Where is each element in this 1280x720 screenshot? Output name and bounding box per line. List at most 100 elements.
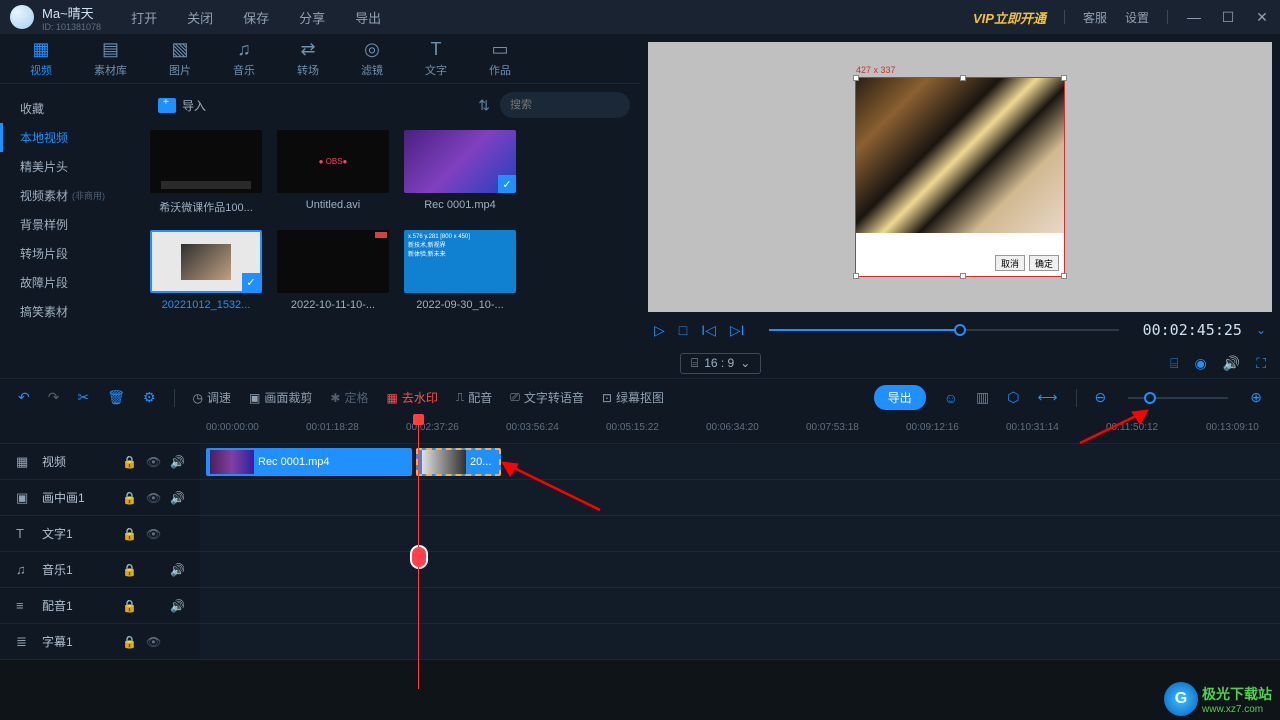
tab-music[interactable]: ♫音乐 (233, 39, 255, 78)
tab-image[interactable]: ▧图片 (169, 39, 191, 78)
resize-handle[interactable] (960, 75, 966, 81)
record-marker[interactable] (410, 545, 428, 569)
smile-icon[interactable]: ☺ (944, 390, 958, 406)
time-dropdown-icon[interactable]: ⌄ (1256, 323, 1266, 337)
lock-icon[interactable]: 🔒 (122, 455, 136, 469)
media-item[interactable]: 2022-10-11-10-... (277, 230, 389, 311)
menu-open[interactable]: 打开 (131, 8, 157, 27)
track-lane[interactable] (200, 516, 1280, 551)
sidebar-item-favorites[interactable]: 收藏 (0, 94, 140, 123)
menu-share[interactable]: 分享 (299, 8, 325, 27)
adjust-icon[interactable]: ⚙ (143, 389, 156, 406)
confirm-button[interactable]: 确定 (1029, 255, 1059, 271)
media-item[interactable]: x.576 y.281 [800 x 450]新技术,新视界新体验,新未来202… (404, 230, 516, 311)
sidebar-item-bg[interactable]: 背景样例 (0, 210, 140, 239)
resize-handle[interactable] (853, 273, 859, 279)
time-ruler[interactable]: 00:00:00:0000:01:18:2800:02:37:2600:03:5… (0, 416, 1280, 444)
panel-icon[interactable]: ▥ (976, 389, 989, 406)
track-lane[interactable] (200, 480, 1280, 515)
transform-frame[interactable]: 427 x 337 取消 确定 (855, 77, 1065, 277)
menu-close[interactable]: 关闭 (187, 8, 213, 27)
sidebar-item-stock[interactable]: 视频素材 (非商用) (0, 181, 140, 210)
support-link[interactable]: 客服 (1083, 9, 1107, 26)
resize-handle[interactable] (853, 75, 859, 81)
sidebar-item-glitch[interactable]: 故障片段 (0, 268, 140, 297)
resize-handle[interactable] (1061, 273, 1067, 279)
lock-icon[interactable]: 🔒 (122, 491, 136, 505)
media-item[interactable]: ✓20221012_1532... (150, 230, 262, 311)
cast-icon[interactable]: ⌸ (1170, 355, 1178, 372)
track-lane[interactable] (200, 624, 1280, 659)
lock-icon[interactable]: 🔒 (122, 599, 136, 613)
eye-icon[interactable]: 👁 (146, 635, 160, 649)
avatar[interactable] (10, 5, 34, 29)
vip-link[interactable]: VIP立即开通 (973, 8, 1046, 27)
freeze-button[interactable]: ✱定格 (330, 389, 368, 406)
progress-slider[interactable] (769, 329, 1119, 331)
eye-icon[interactable]: 👁 (146, 491, 160, 505)
speaker-icon[interactable]: 🔊 (170, 599, 184, 613)
track-lane[interactable] (200, 588, 1280, 623)
sidebar-item-intro[interactable]: 精美片头 (0, 152, 140, 181)
search-box[interactable]: ⌕ (500, 92, 630, 118)
playhead-handle[interactable] (413, 414, 424, 425)
redo-icon[interactable]: ↷ (48, 389, 60, 406)
preview-canvas[interactable]: 427 x 337 取消 确定 (648, 42, 1272, 312)
speaker-icon[interactable]: 🔊 (170, 455, 184, 469)
cancel-button[interactable]: 取消 (995, 255, 1025, 271)
volume-icon[interactable]: 🔊 (1223, 355, 1240, 372)
crop-button[interactable]: ▣画面裁剪 (249, 389, 312, 406)
video-clip-selected[interactable]: 20... (416, 448, 501, 476)
stop-icon[interactable]: □ (679, 322, 687, 338)
aspect-selector[interactable]: ⌸16 : 9⌄ (680, 353, 761, 374)
tab-library[interactable]: ▤素材库 (94, 39, 127, 78)
lock-icon[interactable]: 🔒 (122, 635, 136, 649)
speed-button[interactable]: ◷调速 (193, 389, 232, 406)
lock-icon[interactable]: 🔒 (122, 527, 136, 541)
cut-icon[interactable]: ✂ (77, 389, 89, 406)
fit-icon[interactable]: ⟷ (1037, 389, 1057, 406)
tab-video[interactable]: ▦视频 (30, 39, 52, 78)
shield-icon[interactable]: ⬡ (1007, 389, 1019, 406)
tab-filter[interactable]: ◎滤镜 (361, 39, 383, 78)
dub-button[interactable]: ⎍配音 (456, 389, 492, 406)
fullscreen-icon[interactable]: ⛶ (1256, 355, 1266, 372)
import-button[interactable]: 导入 (150, 93, 214, 118)
sidebar-item-trans[interactable]: 转场片段 (0, 239, 140, 268)
greenscreen-button[interactable]: ⊡绿幕抠图 (602, 389, 664, 406)
snapshot-icon[interactable]: ◉ (1195, 355, 1207, 372)
zoom-in-icon[interactable]: ⊕ (1250, 389, 1262, 406)
maximize-button[interactable]: ☐ (1220, 9, 1236, 26)
slider-knob[interactable] (1144, 392, 1156, 404)
zoom-slider[interactable] (1128, 397, 1228, 399)
next-frame-icon[interactable]: ▷I (730, 322, 745, 339)
undo-icon[interactable]: ↶ (18, 389, 30, 406)
sidebar-item-local[interactable]: 本地视频 (0, 123, 140, 152)
minimize-button[interactable]: — (1186, 9, 1202, 25)
prev-frame-icon[interactable]: I◁ (701, 322, 716, 339)
delete-icon[interactable]: 🗑 (107, 389, 125, 406)
eye-icon[interactable]: 👁 (146, 527, 160, 541)
playhead[interactable] (418, 416, 419, 689)
sort-icon[interactable]: ⇅ (478, 97, 490, 114)
media-item[interactable]: 希沃微课作品100... (150, 130, 262, 215)
menu-save[interactable]: 保存 (243, 8, 269, 27)
speaker-icon[interactable]: 🔊 (170, 563, 184, 577)
search-input[interactable] (510, 99, 652, 111)
tab-transition[interactable]: ⇄转场 (297, 39, 319, 78)
resize-handle[interactable] (1061, 75, 1067, 81)
watermark-button[interactable]: ▦去水印 (386, 389, 437, 406)
media-item[interactable]: ● OBS●Untitled.avi (277, 130, 389, 215)
export-button[interactable]: 导出 (874, 385, 926, 410)
menu-export[interactable]: 导出 (355, 8, 381, 27)
track-lane[interactable]: Rec 0001.mp4 20... (200, 444, 1280, 479)
eye-icon[interactable]: 👁 (146, 455, 160, 469)
close-button[interactable]: ✕ (1254, 9, 1270, 26)
sidebar-item-funny[interactable]: 搞笑素材 (0, 297, 140, 326)
settings-link[interactable]: 设置 (1125, 9, 1149, 26)
video-clip[interactable]: Rec 0001.mp4 (206, 448, 412, 476)
track-lane[interactable] (200, 552, 1280, 587)
tts-button[interactable]: ⎚文字转语音 (510, 389, 584, 406)
play-icon[interactable]: ▷ (654, 322, 665, 339)
resize-handle[interactable] (960, 273, 966, 279)
